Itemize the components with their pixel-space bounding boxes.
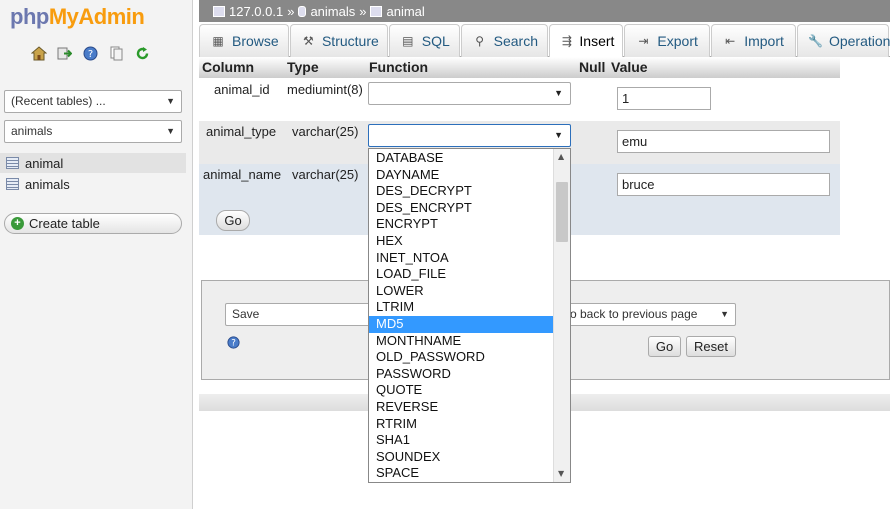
tab-structure[interactable]: ⚒ Structure	[289, 24, 388, 57]
go-button[interactable]: Go	[216, 210, 250, 231]
tab-insert[interactable]: ⇶ Insert	[549, 24, 624, 57]
home-icon[interactable]	[30, 45, 47, 62]
function-option[interactable]: SOUNDEX	[369, 449, 553, 466]
insert-icon: ⇶	[561, 34, 572, 48]
breadcrumb-database[interactable]: animals	[310, 4, 355, 19]
column-type: varchar(25)	[292, 124, 359, 139]
scroll-down-icon[interactable]: ▼	[558, 469, 564, 478]
svg-text:?: ?	[88, 49, 93, 60]
quick-icons: ?	[30, 45, 151, 62]
function-option[interactable]: DES_DECRYPT	[369, 183, 553, 200]
tab-operations[interactable]: 🔧 Operation	[797, 24, 890, 57]
docs-icon[interactable]	[108, 45, 125, 62]
browse-icon: ▦	[212, 34, 224, 48]
chevron-down-icon: ▼	[554, 130, 563, 140]
function-option[interactable]: DATABASE	[369, 150, 553, 167]
function-option[interactable]: QUOTE	[369, 382, 553, 399]
column-name: animal_id	[214, 82, 270, 97]
function-option[interactable]: RTRIM	[369, 416, 553, 433]
go-button[interactable]: Go	[648, 336, 681, 357]
wrench-icon: 🔧	[808, 34, 823, 48]
function-dropdown-list[interactable]: DATABASE DAYNAME DES_DECRYPT DES_ENCRYPT…	[368, 148, 571, 483]
tab-search[interactable]: ⚲ Search	[460, 24, 549, 57]
function-option-highlighted[interactable]: MD5	[369, 315, 553, 333]
sql-icon: ▤	[402, 34, 414, 48]
function-option[interactable]: HEX	[369, 233, 553, 250]
function-option[interactable]: MONTHNAME	[369, 333, 553, 350]
search-icon: ⚲	[475, 34, 485, 48]
logout-icon[interactable]	[56, 45, 73, 62]
function-option[interactable]: PASSWORD	[369, 366, 553, 383]
column-name: animal_name	[203, 167, 282, 182]
dropdown-scrollbar[interactable]: ▲ ▼	[553, 149, 570, 482]
function-option[interactable]: OLD_PASSWORD	[369, 349, 553, 366]
value-input[interactable]: bruce	[617, 173, 830, 196]
function-option[interactable]: SPACE	[369, 465, 553, 482]
database-select[interactable]: animals ▼	[4, 120, 182, 143]
function-option[interactable]: SHA1	[369, 432, 553, 449]
table-icon	[6, 178, 19, 190]
phpmyadmin-logo[interactable]: phpMyAdmin	[10, 4, 145, 30]
tree-item-animal[interactable]: animal	[0, 153, 186, 173]
svg-text:?: ?	[231, 339, 236, 349]
column-type: mediumint(8)	[287, 82, 363, 97]
reset-button[interactable]: Reset	[686, 336, 736, 357]
function-option[interactable]: ENCRYPT	[369, 216, 553, 233]
structure-icon: ⚒	[302, 34, 314, 48]
tab-export[interactable]: ⇥ Export	[624, 24, 711, 57]
tab-import[interactable]: ⇤ Import	[711, 24, 796, 57]
chevron-down-icon: ▼	[554, 88, 563, 98]
tab-bar: ▦ Browse ⚒ Structure ▤ SQL ⚲ Search ⇶ Insert …	[199, 24, 890, 57]
table-icon	[370, 5, 383, 17]
scroll-up-icon[interactable]: ▲	[558, 152, 564, 161]
breadcrumb-server[interactable]: 127.0.0.1	[229, 4, 283, 19]
reload-icon[interactable]	[134, 45, 151, 62]
import-icon: ⇤	[725, 34, 736, 48]
function-option[interactable]: DAYNAME	[369, 167, 553, 184]
tree-item-animals[interactable]: animals	[6, 174, 70, 194]
help-icon[interactable]: ?	[82, 45, 99, 62]
function-select[interactable]: ▼	[368, 124, 571, 147]
chevron-down-icon: ▼	[166, 96, 175, 106]
after-insert-select[interactable]: o back to previous page ▼	[562, 303, 736, 326]
scrollbar-thumb[interactable]	[556, 182, 568, 242]
column-name: animal_type	[206, 124, 277, 139]
export-icon: ⇥	[638, 34, 649, 48]
value-input[interactable]: 1	[617, 87, 711, 110]
recent-tables-select[interactable]: (Recent tables) ... ▼	[4, 90, 182, 113]
chevron-down-icon: ▼	[720, 309, 729, 319]
column-type: varchar(25)	[292, 167, 359, 182]
table-icon	[6, 157, 19, 169]
add-icon: +	[11, 217, 24, 230]
function-options: DATABASE DAYNAME DES_DECRYPT DES_ENCRYPT…	[369, 150, 553, 482]
value-input[interactable]: emu	[617, 130, 830, 153]
table-row: animal_id mediumint(8) ▼ 1	[199, 78, 840, 121]
function-select[interactable]: ▼	[368, 82, 571, 105]
database-icon	[298, 5, 307, 17]
function-option[interactable]: INET_NTOA	[369, 250, 553, 267]
chevron-down-icon: ▼	[166, 126, 175, 136]
function-option[interactable]: LOAD_FILE	[369, 266, 553, 283]
help-icon[interactable]: ?	[227, 336, 240, 352]
create-table-button[interactable]: + Create table	[4, 213, 182, 234]
function-option[interactable]: LOWER	[369, 283, 553, 300]
server-icon	[213, 5, 225, 17]
breadcrumb-table[interactable]: animal	[386, 4, 424, 19]
table-header: Column Type Function Null Value	[199, 57, 840, 78]
breadcrumb: 127.0.0.1 » animals » animal	[199, 0, 890, 22]
function-option[interactable]: LTRIM	[369, 299, 553, 316]
function-option[interactable]: DES_ENCRYPT	[369, 200, 553, 217]
navigation-panel: phpMyAdmin ? (Recent tables) ... ▼ anima…	[0, 0, 193, 509]
tab-browse[interactable]: ▦ Browse	[199, 24, 289, 57]
tab-sql[interactable]: ▤ SQL	[388, 24, 460, 57]
function-option[interactable]: REVERSE	[369, 399, 553, 416]
